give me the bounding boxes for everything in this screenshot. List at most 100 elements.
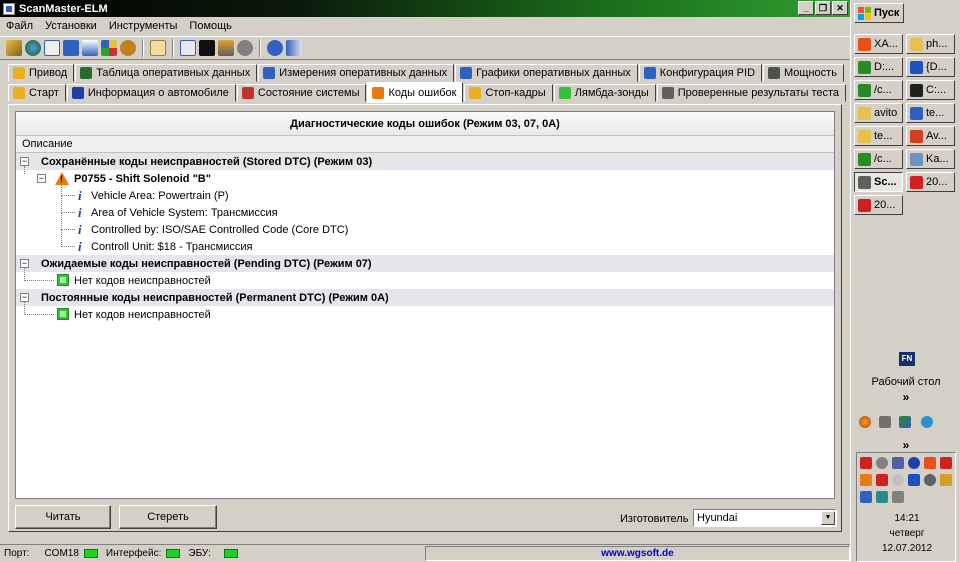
taskbar-button[interactable]: /c... (854, 80, 903, 100)
globe-icon[interactable] (25, 40, 41, 56)
collapse-icon[interactable]: − (20, 293, 29, 302)
tab-test[interactable]: Проверенные результаты теста (656, 84, 847, 102)
clipboard-icon[interactable] (150, 40, 166, 56)
info-icon[interactable] (267, 40, 283, 56)
dollar-icon[interactable] (120, 40, 136, 56)
battery-icon[interactable] (218, 40, 234, 56)
taskbar-button[interactable]: Av... (906, 126, 955, 146)
fn-icon[interactable]: FN (899, 352, 915, 366)
stored-dtc-section[interactable]: − Сохранённые коды неисправностей (Store… (16, 153, 834, 170)
collapse-icon[interactable]: − (37, 174, 46, 183)
menu-help[interactable]: Помощь (183, 20, 238, 32)
tab-lambda[interactable]: Лямбда-зонды (553, 84, 656, 102)
collapse-icon[interactable]: − (20, 259, 29, 268)
taskbar-button[interactable]: Ka... (906, 149, 955, 169)
taskbar-button[interactable]: te... (854, 126, 903, 146)
port-led-icon (83, 549, 98, 558)
dtc-detail-row[interactable]: i Vehicle Area: Powertrain (P) (16, 183, 834, 204)
tab-table[interactable]: Таблица оперативных данных (75, 64, 258, 82)
taskbar-button[interactable]: {D... (906, 57, 955, 77)
bluetooth-icon[interactable] (908, 457, 920, 469)
tab-info[interactable]: Информация о автомобиле (66, 84, 236, 102)
firefox-icon[interactable] (859, 416, 871, 428)
tray-app-icon[interactable] (940, 457, 952, 469)
tab-status[interactable]: Состояние системы (236, 84, 367, 102)
dtc-detail-row[interactable]: i Controll Unit: $18 - Трансмиссия (16, 230, 834, 255)
menu-tools[interactable]: Инструменты (103, 20, 184, 32)
tab-gauge[interactable]: Измерения оперативных данных (258, 64, 455, 82)
taskbar-button[interactable]: 20... (854, 195, 903, 215)
pending-dtc-section[interactable]: − Ожидаемые коды неисправностей (Pending… (16, 255, 834, 272)
chevron-expand-icon[interactable]: » (851, 390, 960, 404)
read-button[interactable]: Читать (15, 505, 111, 529)
tab-label: Состояние системы (257, 87, 360, 99)
chevron-down-icon[interactable]: ▼ (821, 511, 835, 525)
tray-app-icon[interactable] (860, 491, 872, 503)
taskbar-button[interactable]: C:... (906, 80, 955, 100)
taskbar-button[interactable]: /c... (854, 149, 903, 169)
connect-icon[interactable] (6, 40, 22, 56)
taskbar-button[interactable]: Sc... (854, 172, 903, 192)
desktop-toolbar-label[interactable]: Рабочий стол (851, 376, 960, 388)
tab-warning[interactable]: Коды ошибок (367, 82, 464, 103)
dtc-code-row[interactable]: − P0755 - Shift Solenoid "B" (16, 166, 834, 187)
tray-app-icon[interactable] (892, 474, 904, 486)
title-bar[interactable]: ScanMaster-ELM _ ❐ ✕ (0, 0, 850, 17)
tab-freeze[interactable]: Стоп-кадры (464, 84, 553, 102)
chevron-expand-icon[interactable]: » (851, 438, 960, 452)
exit-icon[interactable] (286, 40, 302, 56)
tray-app-icon[interactable] (860, 457, 872, 469)
tray-app-icon[interactable] (892, 491, 904, 503)
manufacturer-select[interactable]: Hyundai ▼ (693, 509, 837, 527)
tray-app-icon[interactable] (924, 457, 936, 469)
volume-icon[interactable] (940, 474, 952, 486)
taskbar-button[interactable]: D:... (854, 57, 903, 77)
tray-app-icon[interactable] (876, 457, 888, 469)
ie-icon[interactable] (921, 416, 933, 428)
menu-settings[interactable]: Установки (39, 20, 103, 32)
start-button[interactable]: Пуск (854, 3, 904, 23)
dtc-detail-row[interactable]: i Controlled by: ISO/SAE Controlled Code… (16, 213, 834, 238)
ok-icon (57, 274, 69, 286)
dtc-detail: Controll Unit: $18 - Трансмиссия (91, 240, 253, 253)
tab-start[interactable]: Старт (8, 84, 66, 102)
tray-app-icon[interactable] (924, 474, 936, 486)
document-icon[interactable] (44, 40, 60, 56)
main-window: ScanMaster-ELM _ ❐ ✕ Файл Установки Инст… (0, 0, 850, 562)
tray-app-icon[interactable] (876, 491, 888, 503)
tray-app-icon[interactable] (860, 474, 872, 486)
pending-item-row[interactable]: Нет кодов неисправностей (16, 268, 834, 289)
collapse-icon[interactable]: − (20, 157, 29, 166)
taskbar-button[interactable]: te... (906, 103, 955, 123)
taskbar-button[interactable]: ph... (906, 34, 955, 54)
tab-graph[interactable]: Графики оперативных данных (455, 64, 638, 82)
website-link[interactable]: www.wgsoft.de (425, 546, 850, 561)
permanent-dtc-section[interactable]: − Постоянные коды неисправностей (Perman… (16, 289, 834, 306)
column-header-description[interactable]: Описание (16, 136, 834, 153)
chart-icon[interactable] (82, 40, 98, 56)
colors-icon[interactable] (101, 40, 117, 56)
tray-app-icon[interactable] (876, 474, 888, 486)
clear-button[interactable]: Стереть (119, 505, 217, 529)
tray-app-icon[interactable] (908, 474, 920, 486)
restore-button[interactable]: ❐ (815, 1, 831, 15)
tab-config[interactable]: Конфигурация PID (638, 64, 763, 82)
tray-app-icon[interactable] (892, 457, 904, 469)
minimize-button[interactable]: _ (798, 1, 814, 15)
dtc-detail-row[interactable]: i Area of Vehicle System: Трансмиссия (16, 196, 834, 221)
taskbar-button[interactable]: XA... (854, 34, 903, 54)
taskbar-button[interactable]: avito (854, 103, 903, 123)
table-icon[interactable] (63, 40, 79, 56)
tab-power[interactable]: Мощность (763, 64, 844, 82)
chat-icon[interactable] (180, 40, 196, 56)
clock[interactable]: 14:21 четверг 12.07.2012 (857, 511, 957, 556)
menu-file[interactable]: Файл (0, 20, 39, 32)
network-icon[interactable] (879, 416, 891, 428)
stop-icon[interactable] (237, 40, 253, 56)
terminal-icon[interactable] (199, 40, 215, 56)
tab-drive[interactable]: Привод (8, 64, 75, 82)
taskbar-button[interactable]: 20... (906, 172, 955, 192)
app-shortcut-icon[interactable] (899, 416, 911, 428)
close-button[interactable]: ✕ (832, 1, 848, 15)
permanent-item-row[interactable]: Нет кодов неисправностей (16, 302, 834, 323)
